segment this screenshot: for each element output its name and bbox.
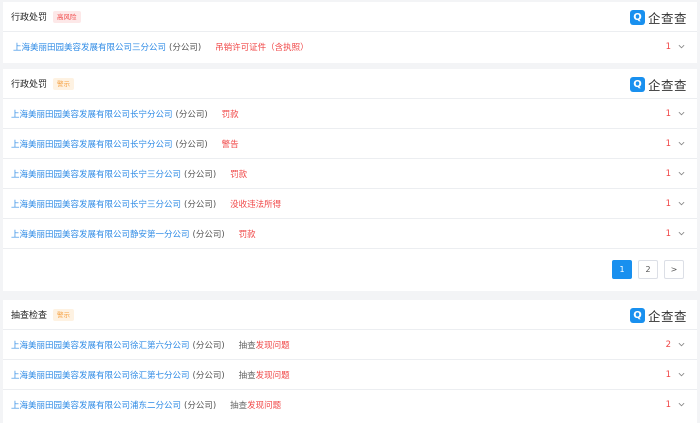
penalty-result: 罚款	[221, 109, 239, 120]
penalty-result: 罚款	[230, 169, 248, 180]
card-title: 行政处罚	[11, 80, 48, 90]
card-header: 行政处罚 警示 Q 企查查	[3, 69, 697, 99]
card-header: 抽查检查 警示 Q 企查查	[3, 300, 697, 330]
pagination: 1 2 >	[3, 249, 697, 289]
admin-penalty-warning-card: 行政处罚 警示 Q 企查查 上海美丽田园美容发展有限公司长宁分公司 (分公司) …	[3, 69, 697, 291]
list-item[interactable]: 上海美丽田园美容发展有限公司徐汇第六分公司 (分公司) 抽查发现问题 2	[3, 330, 697, 360]
card-title: 行政处罚	[11, 13, 48, 23]
company-link[interactable]: 上海美丽田园美容发展有限公司徐汇第六分公司	[11, 339, 190, 351]
branch-label: (分公司)	[175, 109, 208, 120]
qichacha-logo[interactable]: Q 企查查	[629, 307, 687, 324]
risk-tag: 警示	[53, 77, 75, 90]
logo-text: 企查查	[647, 77, 687, 93]
next-page-button[interactable]: >	[664, 259, 684, 279]
logo-text: 企查查	[647, 10, 687, 26]
record-count: 2	[665, 339, 671, 350]
list-item[interactable]: 上海美丽田园美容发展有限公司长宁三分公司 (分公司) 没收违法所得 1	[3, 189, 697, 219]
company-link[interactable]: 上海美丽田园美容发展有限公司长宁分公司	[11, 108, 173, 120]
branch-label: (分公司)	[175, 139, 208, 150]
record-count: 1	[665, 42, 671, 52]
penalty-result: 没收违法所得	[230, 199, 282, 210]
inspection-finding: 发现问题	[247, 401, 282, 411]
inspection-finding: 发现问题	[255, 340, 290, 351]
company-link[interactable]: 上海美丽田园美容发展有限公司长宁三分公司	[11, 168, 181, 180]
card-header: 行政处罚 高风险 Q 企查查	[3, 2, 697, 32]
record-count: 1	[665, 138, 671, 149]
qichacha-logo-icon: Q	[629, 76, 645, 92]
penalty-result: 警告	[221, 139, 239, 150]
chevron-down-icon[interactable]	[678, 401, 685, 408]
card-title: 抽查检查	[11, 311, 48, 321]
inspection-finding: 发现问题	[255, 370, 290, 381]
record-count: 1	[665, 228, 671, 239]
admin-penalty-high-risk-card: 行政处罚 高风险 Q 企查查 上海美丽田园美容发展有限公司三分公司 (分公司) …	[3, 2, 697, 63]
company-link[interactable]: 上海美丽田园美容发展有限公司长宁分公司	[11, 138, 173, 150]
company-link[interactable]: 上海美丽田园美容发展有限公司徐汇第七分公司	[11, 369, 190, 381]
inspection-result: 抽查发现问题	[239, 339, 290, 351]
chevron-down-icon[interactable]	[678, 170, 685, 177]
branch-label: (分公司)	[184, 199, 217, 210]
qichacha-logo-icon: Q	[629, 9, 645, 25]
chevron-down-icon[interactable]	[678, 341, 685, 348]
list-item[interactable]: 上海美丽田园美容发展有限公司长宁三分公司 (分公司) 罚款 1	[3, 159, 697, 189]
branch-label: (分公司)	[192, 229, 225, 240]
risk-tag: 警示	[53, 308, 75, 321]
chevron-down-icon[interactable]	[678, 200, 685, 207]
chevron-down-icon[interactable]	[678, 230, 685, 237]
inspection-type: 抽查	[238, 340, 256, 351]
spot-check-card: 抽查检查 警示 Q 企查查 上海美丽田园美容发展有限公司徐汇第六分公司 (分公司…	[3, 300, 697, 423]
qichacha-logo-icon: Q	[629, 307, 645, 323]
inspection-type: 抽查	[238, 370, 256, 381]
risk-tag: 高风险	[53, 10, 81, 23]
branch-label: (分公司)	[184, 169, 217, 180]
list-item[interactable]: 上海美丽田园美容发展有限公司长宁分公司 (分公司) 罚款 1	[3, 99, 697, 129]
branch-label: (分公司)	[184, 401, 217, 411]
record-count: 1	[665, 369, 671, 380]
list-item[interactable]: 上海美丽田园美容发展有限公司三分公司 (分公司) 吊销许可证件（含执照） 1	[5, 32, 697, 62]
qichacha-logo[interactable]: Q 企查查	[629, 76, 687, 93]
penalty-result: 吊销许可证件（含执照）	[215, 43, 309, 53]
company-link[interactable]: 上海美丽田园美容发展有限公司浦东二分公司	[11, 399, 181, 411]
page-button-2[interactable]: 2	[638, 259, 658, 279]
list-item[interactable]: 上海美丽田园美容发展有限公司长宁分公司 (分公司) 警告 1	[3, 129, 697, 159]
inspection-result: 抽查发现问题	[230, 399, 281, 411]
list-item[interactable]: 上海美丽田园美容发展有限公司浦东二分公司 (分公司) 抽查发现问题 1	[3, 390, 697, 420]
record-count: 1	[665, 198, 671, 209]
page: 行政处罚 高风险 Q 企查查 上海美丽田园美容发展有限公司三分公司 (分公司) …	[0, 0, 700, 423]
record-count: 1	[665, 400, 671, 410]
chevron-down-icon[interactable]	[678, 110, 685, 117]
company-link[interactable]: 上海美丽田园美容发展有限公司长宁三分公司	[11, 198, 181, 210]
inspection-type: 抽查	[230, 401, 248, 411]
branch-label: (分公司)	[192, 340, 225, 351]
logo-text: 企查查	[647, 308, 687, 324]
branch-label: (分公司)	[169, 43, 202, 53]
qichacha-logo[interactable]: Q 企查查	[629, 9, 687, 26]
branch-label: (分公司)	[192, 370, 225, 381]
list-item[interactable]: 上海美丽田园美容发展有限公司徐汇第七分公司 (分公司) 抽查发现问题 1	[3, 360, 697, 390]
record-count: 1	[665, 108, 671, 119]
list-item[interactable]: 上海美丽田园美容发展有限公司静安第一分公司 (分公司) 罚款 1	[3, 219, 697, 249]
inspection-result: 抽查发现问题	[239, 369, 290, 381]
chevron-down-icon[interactable]	[678, 43, 685, 50]
page-button-1[interactable]: 1	[612, 259, 632, 279]
chevron-down-icon[interactable]	[678, 140, 685, 147]
company-link[interactable]: 上海美丽田园美容发展有限公司静安第一分公司	[11, 228, 190, 240]
record-count: 1	[665, 168, 671, 179]
penalty-result: 罚款	[238, 229, 256, 240]
company-link[interactable]: 上海美丽田园美容发展有限公司三分公司	[13, 41, 166, 53]
chevron-down-icon[interactable]	[678, 371, 685, 378]
